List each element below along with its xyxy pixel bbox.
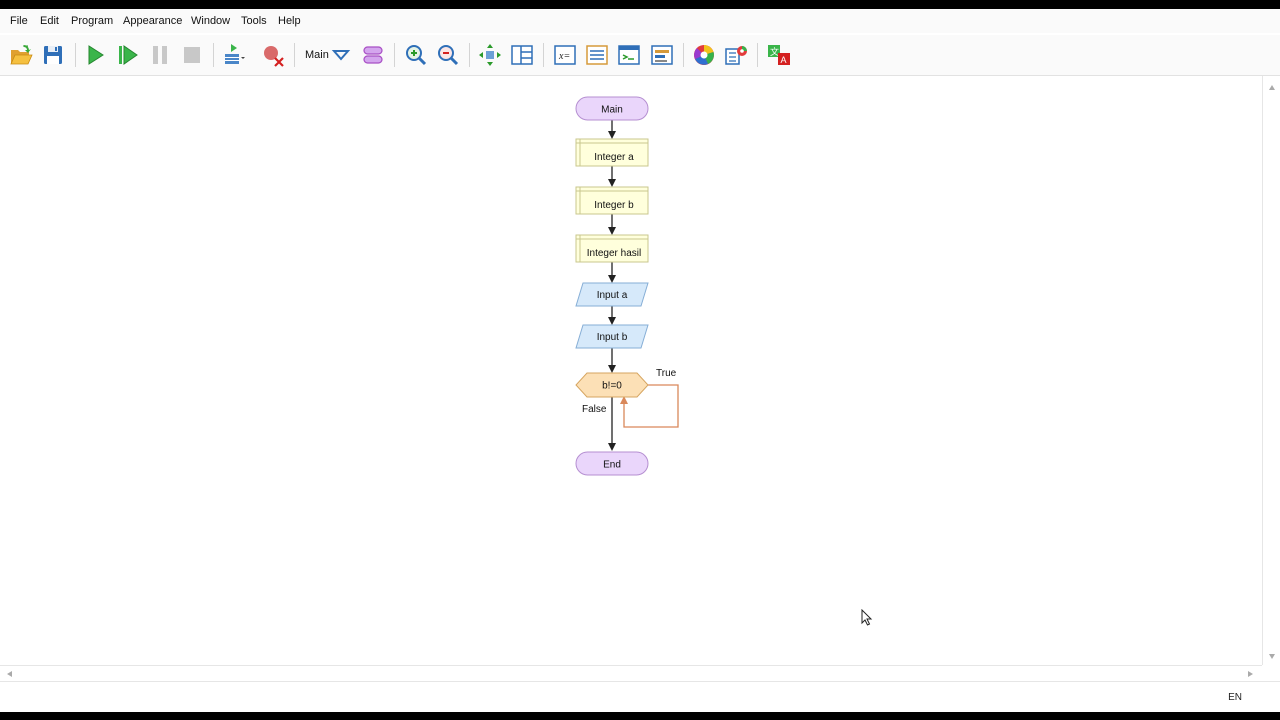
end-terminal[interactable]: End <box>575 451 649 476</box>
flowchart-canvas[interactable]: Main Integer a Integer b Integer hasil I… <box>0 76 1262 665</box>
mouse-cursor-icon <box>861 609 873 626</box>
function-selector-label[interactable]: Main <box>305 49 329 61</box>
toolbar: Main x= 文 A <box>0 35 1280 76</box>
zoom-out-icon[interactable] <box>436 43 460 67</box>
scroll-left-icon <box>7 671 12 677</box>
chevron-down-icon[interactable] <box>329 43 353 67</box>
flowchart-diagram: Main Integer a Integer b Integer hasil I… <box>575 96 679 476</box>
while-loop-shape[interactable]: b!=0 <box>575 372 649 398</box>
scroll-down-icon <box>1269 654 1275 659</box>
stop-icon[interactable] <box>180 43 204 67</box>
language-indicator[interactable]: EN <box>1228 692 1242 703</box>
menu-appearance[interactable]: Appearance <box>123 15 182 27</box>
menu-edit[interactable]: Edit <box>40 15 59 27</box>
status-bar: EN <box>0 681 1280 712</box>
pause-icon[interactable] <box>148 43 172 67</box>
source-code-icon[interactable] <box>585 43 609 67</box>
menu-help[interactable]: Help <box>278 15 301 27</box>
menu-tools[interactable]: Tools <box>241 15 267 27</box>
declare-label: Integer a <box>594 152 634 163</box>
breakpoint-run-icon[interactable] <box>222 43 246 67</box>
true-branch-label: True <box>656 368 677 379</box>
open-folder-icon[interactable] <box>9 43 33 67</box>
color-scheme-icon[interactable] <box>692 43 716 67</box>
translate-icon[interactable]: 文A <box>767 43 791 67</box>
menu-file[interactable]: File <box>10 15 28 27</box>
start-terminal-label: Main <box>601 105 623 116</box>
input-label: Input a <box>597 290 628 301</box>
manage-functions-icon[interactable] <box>361 43 385 67</box>
svg-text:文: 文 <box>770 46 779 57</box>
horizontal-scrollbar[interactable] <box>0 665 1262 682</box>
menu-program[interactable]: Program <box>71 15 113 27</box>
declare-shape[interactable]: Integer b <box>575 186 649 215</box>
center-view-icon[interactable] <box>478 43 502 67</box>
declare-shape[interactable]: Integer hasil <box>575 234 649 263</box>
step-icon[interactable] <box>115 43 139 67</box>
layout-icon[interactable] <box>510 43 534 67</box>
declare-shape[interactable]: Integer a <box>575 138 649 167</box>
zoom-in-icon[interactable] <box>404 43 428 67</box>
clear-breakpoints-icon[interactable] <box>261 43 285 67</box>
console-icon[interactable] <box>617 43 641 67</box>
input-label: Input b <box>597 332 628 343</box>
svg-text:A: A <box>781 55 787 65</box>
variable-watch-icon[interactable]: x= <box>553 43 577 67</box>
declare-label: Integer hasil <box>587 248 641 259</box>
chart-window-icon[interactable] <box>650 43 674 67</box>
save-icon[interactable] <box>41 43 65 67</box>
input-shape[interactable]: Input b <box>575 324 649 349</box>
scroll-up-icon <box>1269 85 1275 90</box>
menu-bar: File Edit Program Appearance Window Tool… <box>0 9 1280 33</box>
flowgorithm-window: File Edit Program Appearance Window Tool… <box>0 9 1280 712</box>
scroll-right-icon <box>1248 671 1253 677</box>
menu-window[interactable]: Window <box>191 15 230 27</box>
vertical-scrollbar[interactable] <box>1262 76 1280 665</box>
start-terminal[interactable]: Main <box>575 96 649 121</box>
shape-style-icon[interactable] <box>724 43 748 67</box>
loop-condition-label: b!=0 <box>602 381 622 392</box>
run-icon[interactable] <box>83 43 107 67</box>
end-terminal-label: End <box>603 460 621 471</box>
false-branch-label: False <box>582 404 607 415</box>
declare-label: Integer b <box>594 200 634 211</box>
input-shape[interactable]: Input a <box>575 282 649 307</box>
svg-text:x=: x= <box>558 51 570 62</box>
